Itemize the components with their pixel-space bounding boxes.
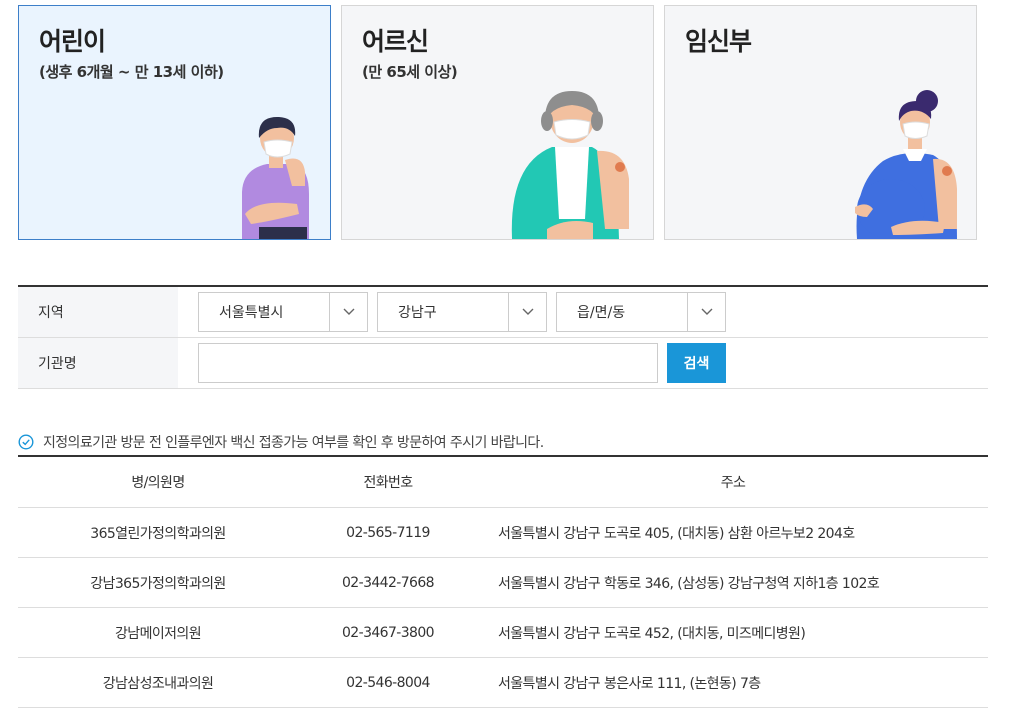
table-row[interactable]: 365열린가정의학과의원 02-565-7119 서울특별시 강남구 도곡로 4… [18, 508, 988, 558]
notice-text: 지정의료기관 방문 전 인플루엔자 백신 접종가능 여부를 확인 후 방문하여 … [43, 435, 544, 451]
district-select[interactable]: 강남구 [377, 292, 547, 332]
category-card-senior[interactable]: 어르신 (만 65세 이상) [341, 5, 654, 240]
search-form: 지역 서울특별시 강남구 읍/면/동 기관명 검색 [18, 285, 988, 389]
results-table: 병/의원명 전화번호 주소 365열린가정의학과의원 02-565-7119 서… [18, 455, 988, 708]
child-illustration [242, 116, 309, 239]
category-card-child[interactable]: 어린이 (생후 6개월 ~ 만 13세 이하) [18, 5, 331, 240]
category-subtitle: (만 65세 이상) [362, 63, 458, 81]
search-button[interactable]: 검색 [667, 343, 726, 383]
cell-address: 서울특별시 강남구 도곡로 405, (대치동) 삼환 아르누보2 204호 [498, 525, 855, 542]
region-row: 지역 서울특별시 강남구 읍/면/동 [18, 287, 988, 338]
chevron-down-icon [687, 293, 725, 331]
category-cards: 어린이 (생후 6개월 ~ 만 13세 이하) 어르신 (만 65세 이상) 임… [18, 5, 978, 240]
city-select[interactable]: 서울특별시 [198, 292, 368, 332]
category-title: 어르신 [362, 27, 429, 56]
column-header-name: 병/의원명 [131, 475, 185, 491]
table-row[interactable]: 강남메이저의원 02-3467-3800 서울특별시 강남구 도곡로 452, … [18, 608, 988, 658]
cell-name: 강남삼성조내과의원 [102, 675, 214, 692]
cell-address: 서울특별시 강남구 봉은사로 111, (논현동) 7층 [498, 675, 761, 692]
institution-input[interactable] [198, 343, 658, 383]
senior-illustration [511, 91, 629, 239]
category-subtitle: (생후 6개월 ~ 만 13세 이하) [39, 63, 224, 81]
cell-address: 서울특별시 강남구 학동로 346, (삼성동) 강남구청역 지하1층 102호 [498, 575, 880, 592]
cell-phone: 02-565-7119 [346, 524, 430, 541]
neighborhood-select[interactable]: 읍/면/동 [556, 292, 726, 332]
neighborhood-select-value: 읍/면/동 [577, 305, 626, 321]
institution-row: 기관명 검색 [18, 338, 988, 389]
cell-phone: 02-3467-3800 [342, 624, 435, 641]
category-card-pregnant[interactable]: 임신부 [664, 5, 977, 240]
table-header: 병/의원명 전화번호 주소 [18, 457, 988, 508]
notice: 지정의료기관 방문 전 인플루엔자 백신 접종가능 여부를 확인 후 방문하여 … [18, 432, 544, 452]
pregnant-illustration [855, 90, 957, 239]
cell-address: 서울특별시 강남구 도곡로 452, (대치동, 미즈메디병원) [498, 625, 806, 642]
table-row[interactable]: 강남삼성조내과의원 02-546-8004 서울특별시 강남구 봉은사로 111… [18, 658, 988, 708]
cell-name: 365열린가정의학과의원 [90, 525, 226, 542]
category-title: 임신부 [685, 27, 752, 56]
cell-name: 강남메이저의원 [115, 625, 202, 642]
table-row[interactable]: 강남365가정의학과의원 02-3442-7668 서울특별시 강남구 학동로 … [18, 558, 988, 608]
cell-phone: 02-546-8004 [346, 674, 430, 691]
check-circle-icon [18, 434, 34, 450]
cell-name: 강남365가정의학과의원 [90, 575, 226, 592]
district-select-value: 강남구 [398, 305, 437, 321]
institution-label: 기관명 [18, 338, 178, 388]
cell-phone: 02-3442-7668 [342, 574, 435, 591]
chevron-down-icon [508, 293, 546, 331]
column-header-phone: 전화번호 [363, 475, 413, 491]
region-label: 지역 [18, 287, 178, 337]
city-select-value: 서울특별시 [219, 305, 284, 321]
column-header-address: 주소 [720, 475, 746, 491]
category-title: 어린이 [39, 27, 106, 56]
chevron-down-icon [329, 293, 367, 331]
